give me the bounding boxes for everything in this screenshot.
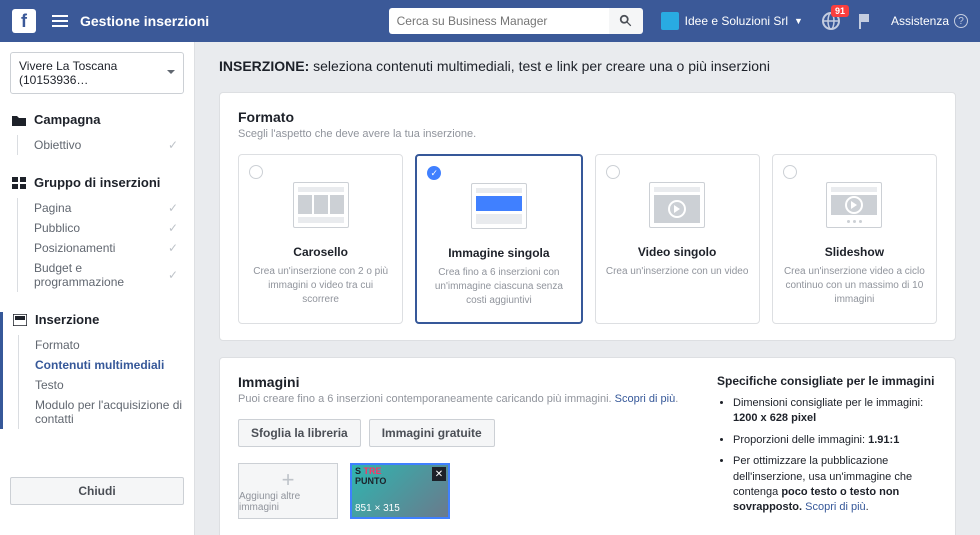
page-heading: INSERZIONE: seleziona contenuti multimed… [219,58,956,74]
nav-media[interactable]: Contenuti multimediali [35,355,184,375]
nav-text[interactable]: Testo [35,375,184,395]
chevron-down-icon [167,70,175,78]
format-slideshow[interactable]: Slideshow Crea un'inserzione video a cic… [772,154,937,324]
close-button[interactable]: Chiudi [10,477,184,505]
search-input[interactable] [389,8,609,34]
topbar-title: Gestione inserzioni [80,13,209,29]
play-icon [845,196,863,214]
plus-icon: + [282,469,295,491]
nav-page[interactable]: Pagina✓ [34,198,184,218]
check-icon: ✓ [168,241,178,255]
nav-form[interactable]: Modulo per l'acquisizione di contatti [35,395,184,429]
org-selector[interactable]: Idee e Soluzioni Srl ▼ [661,12,803,30]
nav-placements[interactable]: Posizionamenti✓ [34,238,184,258]
help-icon: ? [954,14,968,28]
check-icon: ✓ [168,221,178,235]
org-logo-icon [661,12,679,30]
nav-format[interactable]: Formato [35,335,184,355]
spec-item: Per ottimizzare la pubblicazione dell'in… [733,454,937,516]
nav-adset: Gruppo di inserzioni Pagina✓ Pubblico✓ P… [10,175,184,292]
check-icon: ✓ [168,268,178,282]
spec-title: Specifiche consigliate per le immagini [717,374,937,388]
globe-icon[interactable]: 91 [821,11,841,31]
folder-icon [12,114,26,126]
nav-campaign-head[interactable]: Campagna [10,112,184,127]
format-title: Formato [238,109,937,125]
format-card: Formato Scegli l'aspetto che deve avere … [219,92,956,341]
nav-ad-head[interactable]: Inserzione [11,312,184,327]
nav-ad: Inserzione Formato Contenuti multimedial… [0,312,184,429]
format-sub: Scegli l'aspetto che deve avere la tua i… [238,128,937,140]
search-icon [619,14,633,28]
images-sub: Puoi creare fino a 6 inserzioni contempo… [238,393,693,405]
notification-badge: 91 [831,5,849,17]
org-name: Idee e Soluzioni Srl [685,14,788,28]
spec-item: Dimensioni consigliate per le immagini: … [733,396,937,427]
help-link[interactable]: Assistenza ? [891,14,968,28]
check-icon: ✓ [168,138,178,152]
flag-icon[interactable] [855,11,875,31]
remove-image-button[interactable]: ✕ [432,467,446,481]
free-images-button[interactable]: Immagini gratuite [369,419,495,447]
add-image-button[interactable]: + Aggiungi altre immagini [238,463,338,519]
nav-objective[interactable]: Obiettivo✓ [34,135,184,155]
browse-library-button[interactable]: Sfoglia la libreria [238,419,361,447]
learn-more-link[interactable]: Scopri di più [615,393,676,405]
format-carousel[interactable]: Carosello Crea un'inserzione con 2 o più… [238,154,403,324]
format-video[interactable]: Video singolo Crea un'inserzione con un … [595,154,760,324]
radio-icon [783,165,797,179]
image-thumb[interactable]: S TREPUNTO ✕ 851 × 315 [350,463,450,519]
nav-campaign: Campagna Obiettivo✓ [10,112,184,155]
nav-budget[interactable]: Budget e programmazione✓ [34,258,184,292]
main: INSERZIONE: seleziona contenuti multimed… [195,42,980,535]
search [389,8,643,34]
thumb-dimensions: 851 × 315 [355,503,400,514]
images-card: Immagini Puoi creare fino a 6 inserzioni… [219,357,956,535]
thumb-overlay-text: S TREPUNTO [355,467,386,487]
radio-icon [606,165,620,179]
check-icon: ✓ [168,201,178,215]
images-title: Immagini [238,374,693,390]
radio-icon [249,165,263,179]
account-selector[interactable]: Vivere La Toscana (10153936… [10,52,184,94]
learn-more-link[interactable]: Scopri di più [805,501,866,513]
ad-icon [13,314,27,326]
menu-icon[interactable] [52,15,68,27]
search-button[interactable] [609,8,643,34]
topbar: f Gestione inserzioni Idee e Soluzioni S… [0,0,980,42]
nav-adset-head[interactable]: Gruppo di inserzioni [10,175,184,190]
spec-item: Proporzioni delle immagini: 1.91:1 [733,433,937,448]
nav-audience[interactable]: Pubblico✓ [34,218,184,238]
sidebar: Vivere La Toscana (10153936… Campagna Ob… [0,42,195,535]
grid-icon [12,177,26,189]
fb-logo[interactable]: f [12,9,36,33]
format-single-image[interactable]: Immagine singola Crea fino a 6 inserzion… [415,154,582,324]
play-icon [668,200,686,218]
